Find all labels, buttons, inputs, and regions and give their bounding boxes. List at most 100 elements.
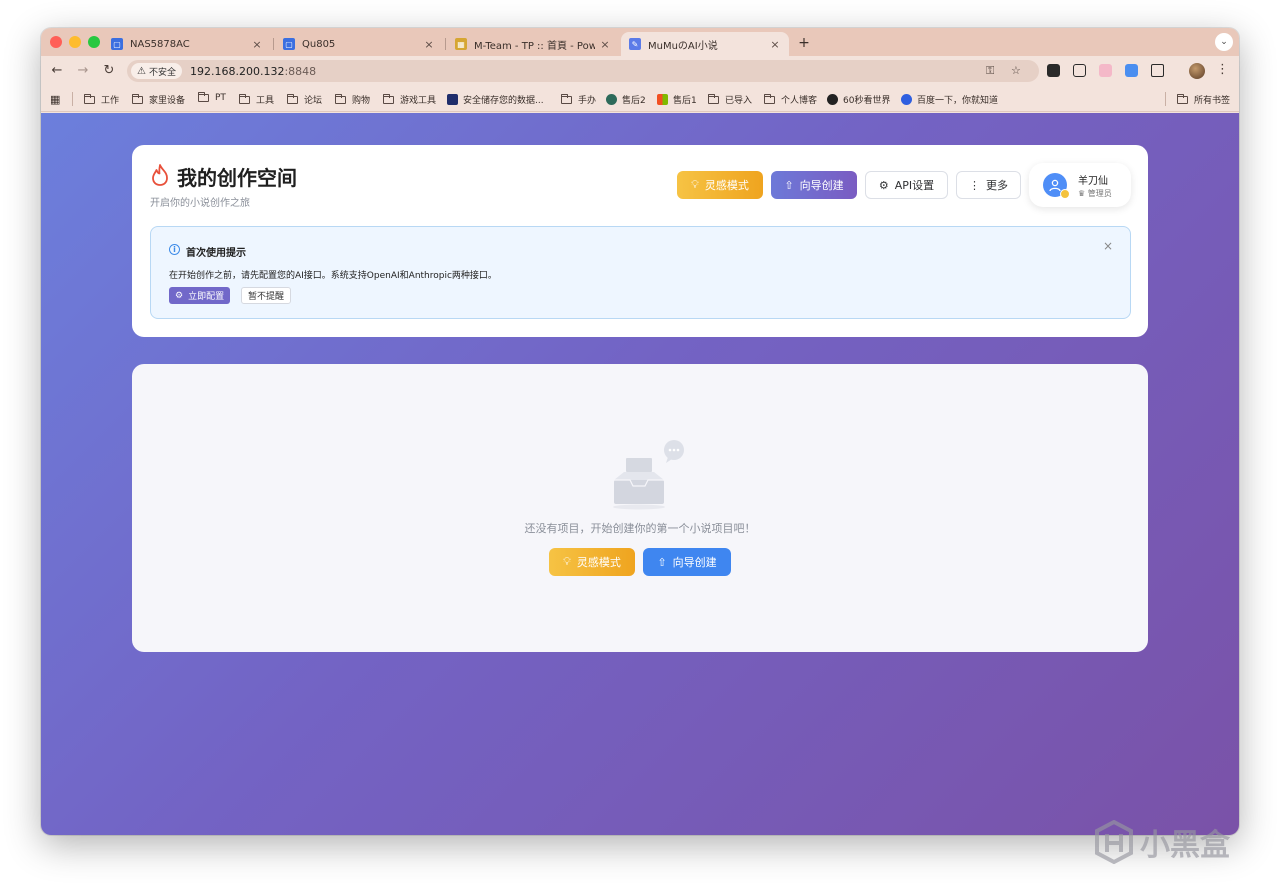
tab-qu805[interactable]: ▢ Qu805 ×: [275, 32, 443, 56]
bookmark-folder-blog[interactable]: 个人博客: [764, 93, 817, 106]
puzzle-extensions-icon[interactable]: [1151, 64, 1164, 77]
bookmark-label: 60秒看世界: [843, 96, 891, 106]
flame-icon: [152, 164, 168, 186]
nas-favicon-icon: ▢: [111, 38, 123, 50]
bookmark-label: 工作: [101, 96, 120, 106]
empty-state-message: 还没有项目，开始创建你的第一个小说项目吧！: [524, 522, 756, 535]
bookmark-folder-figures[interactable]: 手办: [561, 93, 596, 106]
wizard-create-button[interactable]: ⇧ 向导创建: [771, 171, 857, 199]
bookmark-folder-pt[interactable]: PT: [198, 92, 226, 103]
folder-icon: [287, 93, 298, 104]
site-favicon-icon: [827, 94, 838, 105]
apps-grid-icon[interactable]: ▦: [50, 93, 60, 106]
more-button[interactable]: ⋮ 更多: [956, 171, 1021, 199]
user-profile-chip[interactable]: 羊刀仙 ♛ 管理员: [1029, 163, 1131, 207]
tab-search-chevron-icon[interactable]: ⌄: [1215, 33, 1233, 51]
inspire-mode-button[interactable]: 💡︎ 灵感模式: [549, 548, 635, 576]
bookmark-label: 购物: [352, 96, 371, 106]
folder-icon: [383, 93, 394, 104]
inspire-mode-button[interactable]: 💡︎ 灵感模式: [677, 171, 763, 199]
bookmark-folder-forum[interactable]: 论坛: [287, 93, 322, 106]
url-host: 192.168.200.132: [189, 64, 285, 78]
bookmark-label: 个人博客: [781, 96, 818, 106]
tab-mumu-ai-novel[interactable]: ✎ MuMuのAI小说 ×: [621, 32, 789, 56]
m-team-favicon-icon: ▦: [455, 38, 467, 50]
folder-icon: [708, 93, 719, 104]
tab-divider: [445, 38, 446, 50]
tab-title: NAS5878AC: [130, 38, 190, 50]
tab-close-icon[interactable]: ×: [769, 38, 781, 51]
wizard-create-button[interactable]: ⇧ 向导创建: [643, 548, 731, 576]
microsoft-favicon-icon: [657, 94, 668, 105]
screenshot-extension-icon[interactable]: [1073, 64, 1086, 77]
bookmark-star-icon[interactable]: ☆: [1011, 64, 1021, 77]
extension-icon[interactable]: [1099, 64, 1112, 77]
folder-icon: [132, 93, 143, 104]
extension-icon[interactable]: [1125, 64, 1138, 77]
lightbulb-icon: 💡︎: [563, 555, 571, 568]
bookmark-label: 论坛: [304, 96, 323, 106]
bookmark-label: 手办: [578, 96, 597, 106]
bookmark-label: 家里设备: [149, 96, 186, 106]
baidu-paw-icon: [901, 94, 912, 105]
back-arrow-icon[interactable]: ←: [49, 63, 65, 78]
heybox-watermark: 小黑盒: [1094, 820, 1230, 864]
warning-triangle-icon: ⚠: [137, 65, 146, 77]
url-text[interactable]: 192.168.200.132:8848: [190, 65, 316, 78]
empty-inbox-icon: [613, 440, 684, 510]
address-bar[interactable]: ⚠ 不安全 192.168.200.132:8848 ⚿ ☆: [127, 60, 1039, 82]
tip-title: 首次使用提示: [186, 248, 246, 259]
api-settings-button[interactable]: ⚙ API设置: [865, 171, 948, 199]
tab-close-icon[interactable]: ×: [423, 38, 435, 51]
tab-close-icon[interactable]: ×: [251, 38, 263, 51]
bookmark-secure-storage[interactable]: 安全储存您的数据...: [447, 93, 544, 106]
browser-menu-icon[interactable]: ⋮: [1216, 62, 1229, 77]
bookmark-baidu[interactable]: 百度一下，你就知道: [901, 93, 998, 106]
tip-close-icon[interactable]: ×: [1103, 239, 1113, 253]
button-label: 向导创建: [799, 179, 844, 192]
close-window-button[interactable]: [50, 36, 62, 48]
bookmark-folder-home-devices[interactable]: 家里设备: [132, 93, 185, 106]
folder-icon: [1177, 93, 1188, 104]
minimize-window-button[interactable]: [69, 36, 81, 48]
button-label: 灵感模式: [576, 556, 621, 569]
bookmark-folder-work[interactable]: 工作: [84, 93, 119, 106]
bookmark-after-sales-1[interactable]: 售后1: [657, 93, 697, 106]
configure-now-button[interactable]: ⚙ 立即配置: [169, 287, 231, 304]
tab-m-team[interactable]: ▦ M-Team - TP :: 首頁 - Powere ×: [447, 32, 619, 56]
tab-close-icon[interactable]: ×: [599, 38, 611, 51]
bookmark-label: 已导入: [725, 96, 753, 106]
user-name: 羊刀仙: [1078, 176, 1108, 187]
extension-icon[interactable]: [1047, 64, 1060, 77]
password-key-icon[interactable]: ⚿: [986, 64, 994, 78]
rocket-icon: ⇧: [657, 555, 667, 569]
tab-nas5878ac[interactable]: ▢ NAS5878AC ×: [103, 32, 271, 56]
bookmark-all-bookmarks[interactable]: 所有书签: [1177, 93, 1230, 106]
new-tab-button[interactable]: +: [797, 35, 811, 51]
security-indicator[interactable]: ⚠ 不安全: [131, 63, 182, 79]
bookmark-folder-imported[interactable]: 已导入: [708, 93, 752, 106]
bookmark-after-sales-2[interactable]: 售后2: [606, 93, 646, 106]
forward-arrow-icon[interactable]: →: [75, 63, 91, 78]
security-label: 不安全: [148, 67, 176, 78]
page-content: 我的创作空间 开启你的小说创作之旅 💡︎ 灵感模式 ⇧ 向导创建 ⚙ API设置…: [41, 113, 1239, 835]
watermark-text: 小黑盒: [1140, 828, 1230, 863]
user-role: ♛ 管理员: [1078, 188, 1112, 199]
bookmark-folder-tools[interactable]: 工具: [239, 93, 274, 106]
tab-title: Qu805: [302, 38, 336, 50]
bookmark-folder-game-tools[interactable]: 游戏工具: [383, 93, 436, 106]
crown-icon: ♛: [1078, 189, 1086, 198]
page-title: 我的创作空间: [177, 166, 297, 190]
bookmark-60s-news[interactable]: 60秒看世界: [827, 93, 890, 106]
dismiss-reminder-button[interactable]: 暂不提醒: [241, 287, 292, 304]
bookmarks-divider: [72, 92, 73, 106]
profile-avatar[interactable]: [1189, 63, 1205, 79]
folder-icon: [561, 93, 572, 104]
info-icon: i: [169, 244, 180, 255]
bookmark-folder-shopping[interactable]: 购物: [335, 93, 370, 106]
bookmark-label: 所有书签: [1194, 96, 1231, 106]
bookmark-label: 售后2: [622, 96, 646, 106]
reload-icon[interactable]: ↻: [101, 63, 117, 78]
zoom-window-button[interactable]: [88, 36, 100, 48]
browser-window: ▢ NAS5878AC × ▢ Qu805 × ▦ M-Team - TP ::…: [41, 28, 1239, 835]
